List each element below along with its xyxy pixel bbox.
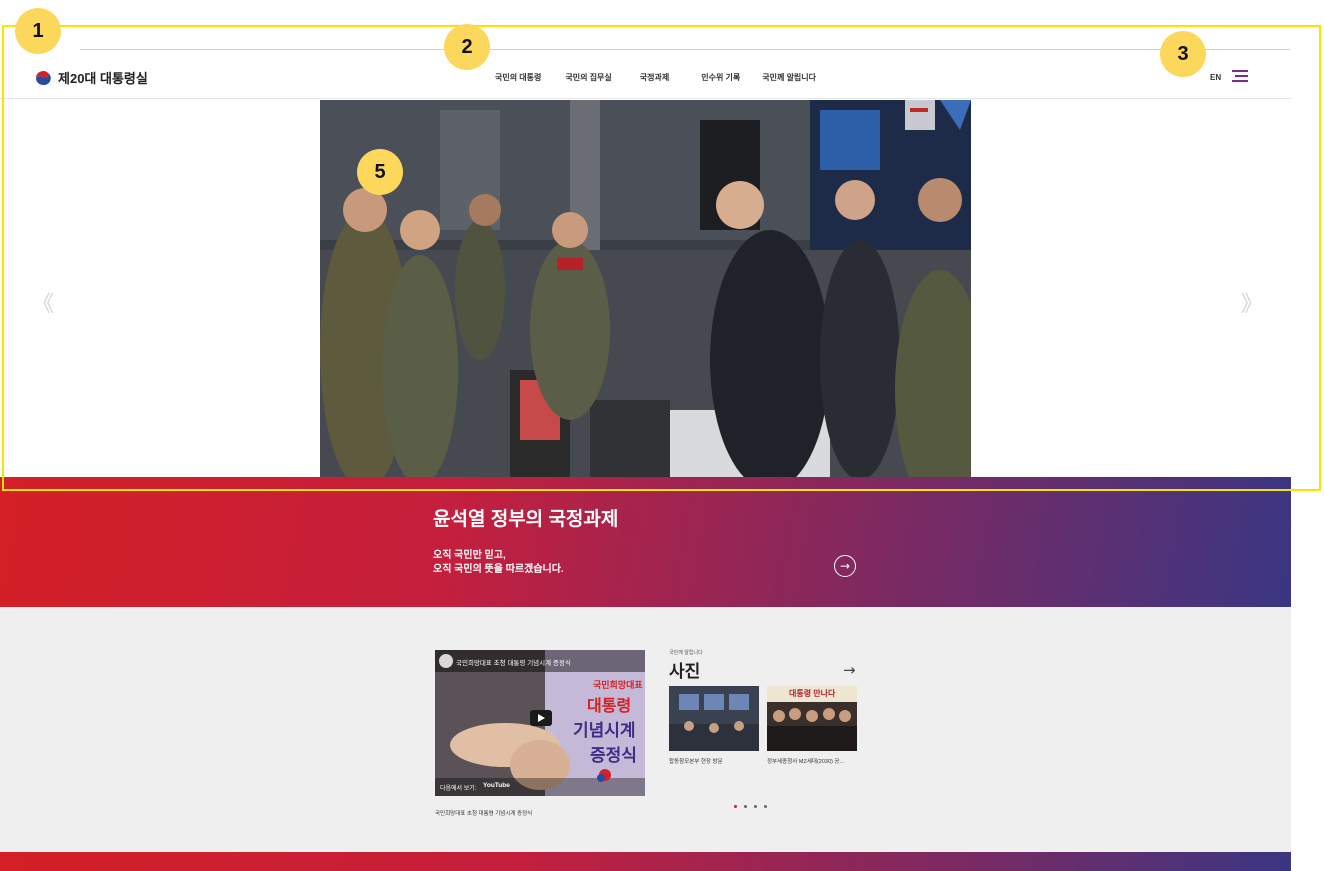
nav-item-transition-records[interactable]: 인수위 기록 — [701, 72, 740, 83]
site-logo-text: 제20대 대통령실 — [58, 70, 148, 86]
national-tasks-go-arrow-icon[interactable]: → — [834, 555, 856, 577]
carousel-pagination — [734, 805, 767, 808]
nav-item-president[interactable]: 국민의 대통령 — [495, 72, 541, 83]
hero-carousel: 《 》 — [0, 100, 1291, 477]
photo-caption-2[interactable]: 정부세종청사 MZ세대(2030) 공... — [767, 757, 844, 765]
national-tasks-title: 윤석열 정부의 국정과제 — [433, 509, 619, 530]
photo-thumbnail-1-image — [669, 686, 759, 751]
annotation-badge-5: 5 — [357, 149, 403, 195]
youtube-logo-text[interactable]: YouTube — [483, 782, 510, 789]
annotation-badge-2: 2 — [444, 24, 490, 70]
site-header: 제20대 대통령실 국민의 대통령 국민의 집무실 국정과제 인수위 기록 국민… — [0, 60, 1291, 99]
photo-thumbnail-1[interactable] — [669, 686, 759, 751]
media-section: 국민희망대표 초청 대통령 기념시계 증정식 국민희망대표 대통령 기념시계 증… — [0, 607, 1291, 852]
carousel-prev-arrow-icon[interactable]: 《 — [32, 286, 54, 318]
photo-thumbnail-2[interactable]: 대통령 만나다 — [767, 686, 857, 751]
carousel-next-arrow-icon[interactable]: 》 — [1241, 286, 1263, 318]
national-tasks-subtitle-line2: 오직 국민의 뜻을 따르겠습니다. — [433, 564, 564, 575]
language-toggle-en[interactable]: EN — [1210, 73, 1221, 82]
national-tasks-subtitle-line1: 오직 국민만 믿고, — [433, 550, 506, 561]
pagination-dot-2[interactable] — [744, 805, 747, 808]
photos-title: 사진 — [669, 662, 701, 681]
nav-item-national-tasks[interactable]: 국정과제 — [640, 72, 669, 83]
video-watch-on-label: 다음에서 보기: — [440, 786, 477, 792]
video-big-text-2: 기념시계 — [573, 721, 636, 740]
pagination-dot-3[interactable] — [754, 805, 757, 808]
photo-thumbnail-2-overlay: 대통령 만나다 — [789, 689, 836, 698]
site-logo[interactable]: 제20대 대통령실 — [34, 67, 148, 87]
hamburger-menu-icon[interactable] — [1232, 70, 1248, 83]
nav-item-office[interactable]: 국민의 집무실 — [565, 72, 611, 83]
annotation-separator-line — [80, 49, 1290, 50]
pagination-dot-4[interactable] — [764, 805, 767, 808]
photo-caption-1[interactable]: 합동참모본부 현장 방문 — [669, 757, 723, 765]
footer-banner-strip — [0, 852, 1291, 871]
national-tasks-banner[interactable]: 윤석열 정부의 국정과제 오직 국민만 믿고, 오직 국민의 뜻을 따르겠습니다… — [0, 477, 1291, 607]
video-big-text-1: 대통령 — [587, 698, 632, 715]
video-caption[interactable]: 국민희망대표 초청 대통령 기념시계 증정식 — [435, 809, 532, 817]
video-big-text-3: 증정식 — [590, 746, 637, 765]
video-kicker: 국민희망대표 — [593, 680, 643, 690]
taegeuk-logo-icon — [36, 70, 51, 85]
video-title: 국민희망대표 초청 대통령 기념시계 증정식 — [456, 660, 571, 667]
photos-more-arrow-icon[interactable]: → — [843, 661, 856, 679]
nav-item-announcements[interactable]: 국민께 알립니다 — [762, 72, 816, 83]
video-player[interactable]: 국민희망대표 초청 대통령 기념시계 증정식 국민희망대표 대통령 기념시계 증… — [435, 650, 645, 796]
hero-photo[interactable] — [320, 100, 971, 477]
main-nav: 국민의 대통령 국민의 집무실 국정과제 인수위 기록 국민께 알립니다 — [495, 72, 816, 83]
pagination-dot-1[interactable] — [734, 805, 737, 808]
photos-kicker: 국민께 알립니다 — [669, 650, 703, 656]
annotation-badge-3: 3 — [1160, 31, 1206, 77]
annotation-badge-1: 1 — [15, 8, 61, 54]
hero-photo-illustration — [320, 100, 971, 477]
national-tasks-subtitle: 오직 국민만 믿고, 오직 국민의 뜻을 따르겠습니다. — [433, 549, 564, 577]
